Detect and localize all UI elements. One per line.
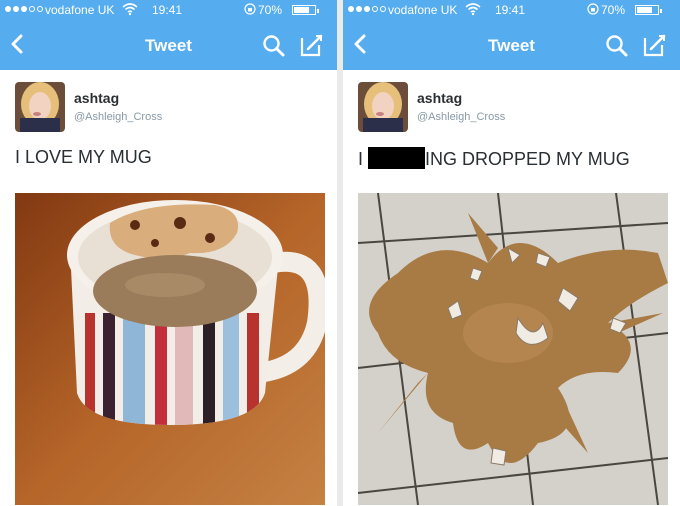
search-icon[interactable] [262, 34, 286, 63]
battery-icon [292, 5, 319, 15]
avatar[interactable] [15, 82, 65, 132]
rotation-lock-icon [244, 3, 256, 18]
carrier-label: vodafone UK [45, 3, 115, 17]
battery-percent: 70% [601, 3, 626, 17]
signal-strength-icon [5, 6, 43, 12]
tweet-photo-spill[interactable] [358, 193, 668, 505]
wifi-icon [465, 2, 481, 19]
nav-title: Tweet [145, 36, 192, 55]
status-bar: vodafone UK 19:41 70% [343, 0, 680, 20]
tweet-screen-1: vodafone UK 19:41 70% Tweet ashtag @Ashl… [0, 0, 337, 506]
status-time: 19:41 [152, 3, 183, 17]
battery-percent: 70% [258, 3, 283, 17]
rotation-lock-icon [587, 3, 599, 18]
wifi-icon [122, 2, 138, 19]
tweet-text-start: I [358, 149, 364, 169]
tweet-text: I LOVE MY MUG [15, 147, 152, 167]
avatar[interactable] [358, 82, 408, 132]
tweet-screen-2: vodafone UK 19:41 70% Tweet ashtag @Ashl… [343, 0, 680, 506]
nav-bar: Tweet [0, 20, 337, 70]
tweet-text: I ING DROPPED MY MUG [358, 147, 630, 170]
carrier-label: vodafone UK [388, 3, 458, 17]
signal-strength-icon [348, 6, 386, 12]
battery-icon [635, 5, 662, 15]
status-bar: vodafone UK 19:41 70% [0, 0, 337, 20]
user-name[interactable]: ashtag [74, 90, 119, 106]
redaction-bar [368, 147, 426, 169]
tweet-text-end: ING DROPPED MY MUG [425, 149, 630, 169]
tweet-photo-mug[interactable] [15, 193, 325, 505]
nav-title: Tweet [488, 36, 535, 55]
nav-bar: Tweet [343, 20, 680, 70]
status-time: 19:41 [495, 3, 526, 17]
search-icon[interactable] [605, 34, 629, 63]
user-name[interactable]: ashtag [417, 90, 462, 106]
user-handle[interactable]: @Ashleigh_Cross [74, 111, 162, 123]
user-handle[interactable]: @Ashleigh_Cross [417, 111, 505, 123]
compose-icon[interactable] [642, 32, 668, 63]
compose-icon[interactable] [299, 32, 325, 63]
